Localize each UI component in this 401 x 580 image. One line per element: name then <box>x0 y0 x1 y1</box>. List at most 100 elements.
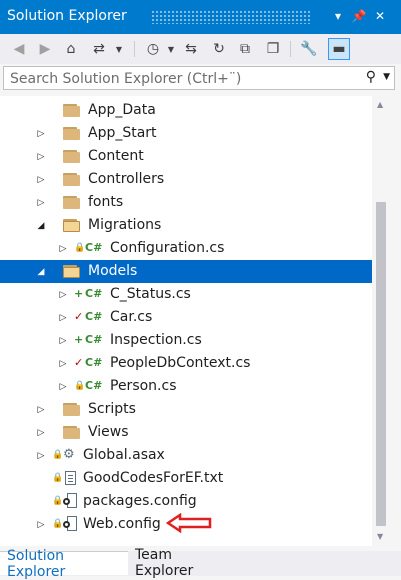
expand-arrow-icon[interactable]: ▷ <box>58 381 68 393</box>
tree-item-label: App_Start <box>88 125 157 141</box>
switch-views-dropdown-icon[interactable]: ▼ <box>114 38 124 60</box>
csharp-file-icon: C# <box>85 333 103 346</box>
folder-icon <box>63 403 80 416</box>
filter-dropdown-icon[interactable]: ▼ <box>166 38 176 60</box>
expand-arrow-icon[interactable]: ▷ <box>58 243 68 255</box>
sync-icon[interactable]: ⇆ <box>180 38 202 60</box>
checked-out-icon: ✓ <box>74 356 84 369</box>
config-file-icon <box>63 516 77 532</box>
expand-arrow-icon[interactable]: ▷ <box>36 450 46 462</box>
show-all-files-icon[interactable]: ❐ <box>262 38 284 60</box>
tree-item[interactable]: ▷ ✓ C# Car.cs <box>0 306 372 329</box>
folder-icon <box>63 127 80 140</box>
toolbar: ◀ ▶ ⌂ ⇄ ◷ ⇆ ↻ ⧉ ❐ 🔧 ▬ ▼ ▼ <box>0 34 401 64</box>
tree-item[interactable]: ▷ Controllers <box>0 168 372 191</box>
tree-item[interactable]: ▷ Views <box>0 421 372 444</box>
vertical-scrollbar[interactable]: ▲ ▼ <box>373 96 391 546</box>
tree-item[interactable]: ▷ 🔒 C# Person.cs <box>0 375 372 398</box>
tree-item[interactable]: ▷ ✓ C# PeopleDbContext.cs <box>0 352 372 375</box>
search-box[interactable]: ⚲ ▼ <box>3 66 395 90</box>
tree-item-label: Controllers <box>88 171 165 187</box>
folder-open-icon <box>63 219 80 232</box>
tree-item-label: C_Status.cs <box>110 286 191 302</box>
home-icon[interactable]: ⌂ <box>60 38 82 60</box>
tree-item[interactable]: ▷ Content <box>0 145 372 168</box>
window-position-dropdown-icon[interactable]: ▾ <box>329 7 347 25</box>
scrollbar-thumb[interactable] <box>376 202 386 526</box>
tab-team-explorer[interactable]: Team Explorer <box>128 547 236 579</box>
scroll-up-icon[interactable]: ▲ <box>377 100 383 109</box>
properties-icon[interactable]: 🔧 <box>298 38 320 60</box>
tree-item-label: Scripts <box>88 401 136 417</box>
checked-in-lock-icon: 🔒 <box>52 473 64 483</box>
search-options-dropdown-icon[interactable]: ▼ <box>383 72 390 82</box>
search-input[interactable] <box>8 69 352 89</box>
pin-icon[interactable]: 📌 <box>350 7 368 25</box>
expand-arrow-icon[interactable]: ▷ <box>36 404 46 416</box>
pending-changes-filter-icon[interactable]: ◷ <box>142 38 164 60</box>
tree-item[interactable]: ▷ + C# C_Status.cs <box>0 283 372 306</box>
global-asax-icon: ⚙ <box>63 447 75 462</box>
checked-in-lock-icon: 🔒 <box>52 496 64 506</box>
tree-item-label: Views <box>88 424 129 440</box>
folder-open-icon <box>63 265 80 278</box>
title-bar: Solution Explorer ▾ 📌 ✕ <box>0 0 401 34</box>
expand-arrow-icon[interactable]: ▷ <box>58 289 68 301</box>
back-icon[interactable]: ◀ <box>8 38 30 60</box>
tree-item[interactable]: ▷ App_Start <box>0 122 372 145</box>
close-icon[interactable]: ✕ <box>371 7 389 25</box>
tree-item-label: packages.config <box>83 493 197 509</box>
tab-solution-explorer[interactable]: Solution Explorer <box>0 548 128 580</box>
tree-item-label: fonts <box>88 194 124 210</box>
tree-item[interactable]: ◢ Models <box>0 260 372 283</box>
expand-arrow-icon[interactable]: ▷ <box>58 312 68 324</box>
tree-item-label: GoodCodesForEF.txt <box>83 470 224 486</box>
scroll-down-icon[interactable]: ▼ <box>377 532 383 541</box>
expand-arrow-icon[interactable]: ▷ <box>36 519 46 531</box>
tree-item-label: Web.config <box>83 516 161 532</box>
collapse-all-icon[interactable]: ⧉ <box>234 38 256 60</box>
tree-item[interactable]: 🔒 GoodCodesForEF.txt <box>0 467 372 490</box>
expand-arrow-icon[interactable]: ▷ <box>36 197 46 209</box>
tree-item-label: Content <box>88 148 144 164</box>
tree-item[interactable]: ▷ + C# Inspection.cs <box>0 329 372 352</box>
collapse-arrow-icon[interactable]: ◢ <box>36 266 46 278</box>
checked-out-icon: ✓ <box>74 310 84 323</box>
expand-arrow-icon[interactable]: ▷ <box>58 358 68 370</box>
folder-icon <box>63 150 80 163</box>
csharp-file-icon: C# <box>85 356 103 369</box>
text-file-icon <box>65 471 76 485</box>
expand-arrow-icon[interactable]: ▷ <box>36 174 46 186</box>
refresh-icon[interactable]: ↻ <box>208 38 230 60</box>
red-arrow-annotation-icon <box>166 513 212 533</box>
checked-in-lock-icon: 🔒 <box>74 381 86 391</box>
tree-item-label: Global.asax <box>83 447 165 463</box>
expand-arrow-icon[interactable]: ▷ <box>36 151 46 163</box>
tree-item-label: Configuration.cs <box>110 240 225 256</box>
tree-item[interactable]: 🔒 packages.config <box>0 490 372 513</box>
tree-item-label: Person.cs <box>110 378 177 394</box>
tree-item[interactable]: ▷ fonts <box>0 191 372 214</box>
expand-arrow-icon[interactable]: ▷ <box>58 335 68 347</box>
search-icon[interactable]: ⚲ <box>366 69 376 85</box>
tree-item[interactable]: ▷ 🔒 C# Configuration.cs <box>0 237 372 260</box>
folder-icon <box>63 173 80 186</box>
tree-item[interactable]: ◢ Migrations <box>0 214 372 237</box>
preview-icon[interactable]: ▬ <box>328 38 350 60</box>
tree-item-label: App_Data <box>88 102 156 118</box>
drag-grip[interactable] <box>151 10 311 24</box>
tree-item-label: Models <box>88 263 138 279</box>
tree-item[interactable]: ▷ Scripts <box>0 398 372 421</box>
switch-views-icon[interactable]: ⇄ <box>88 38 110 60</box>
forward-icon[interactable]: ▶ <box>34 38 56 60</box>
tree-item-label: PeopleDbContext.cs <box>110 355 251 371</box>
bottom-tab-strip: Solution Explorer Team Explorer <box>0 547 401 580</box>
tree-item-label: Migrations <box>88 217 162 233</box>
tree-item[interactable]: ▷ 🔒 ⚙ Global.asax <box>0 444 372 467</box>
collapse-arrow-icon[interactable]: ◢ <box>36 220 46 232</box>
tree-item[interactable]: App_Data <box>0 99 372 122</box>
expand-arrow-icon[interactable]: ▷ <box>36 427 46 439</box>
expand-arrow-icon[interactable]: ▷ <box>36 128 46 140</box>
csharp-file-icon: C# <box>85 379 103 392</box>
csharp-file-icon: C# <box>85 310 103 323</box>
